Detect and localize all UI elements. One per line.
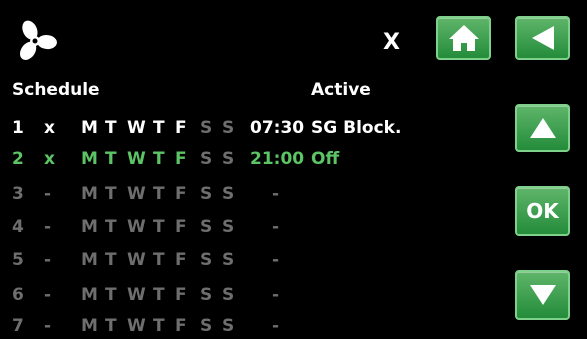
ok-button[interactable]: OK	[515, 186, 570, 236]
ok-label: OK	[526, 199, 559, 223]
row-number: 2	[12, 149, 24, 169]
row-number: 7	[12, 316, 24, 336]
scroll-down-button[interactable]	[515, 270, 570, 320]
day-wed: W	[127, 285, 146, 305]
day-fri: F	[175, 316, 187, 336]
home-button[interactable]	[436, 16, 491, 60]
row-time: 07:30	[250, 118, 305, 138]
day-thu: T	[153, 217, 165, 237]
day-thu: T	[153, 250, 165, 270]
day-wed: W	[127, 149, 146, 169]
day-tue: T	[105, 184, 117, 204]
down-arrow-icon	[529, 285, 556, 305]
day-thu: T	[153, 316, 165, 336]
day-wed: W	[127, 217, 146, 237]
schedule-header: Schedule	[12, 80, 100, 100]
row-enabled-mark: -	[44, 285, 52, 305]
day-thu: T	[153, 118, 165, 138]
schedule-row-3[interactable]: 3 - M T W T F S S -	[0, 181, 500, 207]
day-mon: M	[81, 250, 98, 270]
day-tue: T	[105, 316, 117, 336]
schedule-row-7[interactable]: 7 - M T W T F S S -	[0, 313, 500, 339]
day-sat: S	[200, 217, 213, 237]
day-tue: T	[105, 118, 117, 138]
row-time: -	[272, 250, 280, 270]
day-fri: F	[175, 217, 187, 237]
row-active: SG Block.	[311, 118, 402, 138]
day-sun: S	[222, 316, 235, 336]
day-sun: S	[222, 285, 235, 305]
schedule-row-1[interactable]: 1 x M T W T F S S 07:30 SG Block.	[0, 115, 500, 141]
day-fri: F	[175, 250, 187, 270]
fan-icon	[12, 18, 58, 64]
day-sat: S	[200, 149, 213, 169]
day-fri: F	[175, 184, 187, 204]
day-mon: M	[81, 149, 98, 169]
day-wed: W	[127, 118, 146, 138]
home-icon	[448, 25, 479, 51]
day-sun: S	[222, 118, 235, 138]
day-mon: M	[81, 118, 98, 138]
day-mon: M	[81, 316, 98, 336]
day-mon: M	[81, 184, 98, 204]
day-thu: T	[153, 285, 165, 305]
day-tue: T	[105, 217, 117, 237]
day-sun: S	[222, 217, 235, 237]
day-tue: T	[105, 285, 117, 305]
day-sat: S	[200, 184, 213, 204]
row-enabled-mark: -	[44, 250, 52, 270]
row-time: -	[272, 316, 280, 336]
schedule-row-2[interactable]: 2 x M T W T F S S 21:00 Off	[0, 146, 500, 172]
day-thu: T	[153, 149, 165, 169]
day-sat: S	[200, 285, 213, 305]
row-number: 4	[12, 217, 24, 237]
up-arrow-icon	[529, 118, 556, 138]
row-time: 21:00	[250, 149, 305, 169]
day-fri: F	[175, 149, 187, 169]
day-wed: W	[127, 250, 146, 270]
day-mon: M	[81, 217, 98, 237]
schedule-row-6[interactable]: 6 - M T W T F S S -	[0, 282, 500, 308]
row-active: Off	[311, 149, 340, 169]
row-number: 1	[12, 118, 24, 138]
back-arrow-icon	[531, 26, 554, 50]
day-wed: W	[127, 316, 146, 336]
row-time: -	[272, 217, 280, 237]
back-button[interactable]	[515, 16, 570, 60]
day-thu: T	[153, 184, 165, 204]
row-time: -	[272, 285, 280, 305]
row-enabled-mark: -	[44, 217, 52, 237]
day-wed: W	[127, 184, 146, 204]
row-number: 5	[12, 250, 24, 270]
row-enabled-mark: x	[44, 118, 55, 138]
day-sun: S	[222, 184, 235, 204]
scroll-up-button[interactable]	[515, 104, 570, 152]
day-fri: F	[175, 118, 187, 138]
day-mon: M	[81, 285, 98, 305]
row-number: 6	[12, 285, 24, 305]
day-fri: F	[175, 285, 187, 305]
active-header: Active	[311, 80, 371, 100]
close-button[interactable]: X	[383, 30, 400, 55]
schedule-row-5[interactable]: 5 - M T W T F S S -	[0, 247, 500, 273]
schedule-row-4[interactable]: 4 - M T W T F S S -	[0, 214, 500, 240]
day-sun: S	[222, 149, 235, 169]
day-tue: T	[105, 250, 117, 270]
row-enabled-mark: -	[44, 184, 52, 204]
day-sat: S	[200, 250, 213, 270]
day-sat: S	[200, 118, 213, 138]
day-tue: T	[105, 149, 117, 169]
row-number: 3	[12, 184, 24, 204]
row-enabled-mark: -	[44, 316, 52, 336]
day-sat: S	[200, 316, 213, 336]
row-time: -	[272, 184, 280, 204]
day-sun: S	[222, 250, 235, 270]
row-enabled-mark: x	[44, 149, 55, 169]
